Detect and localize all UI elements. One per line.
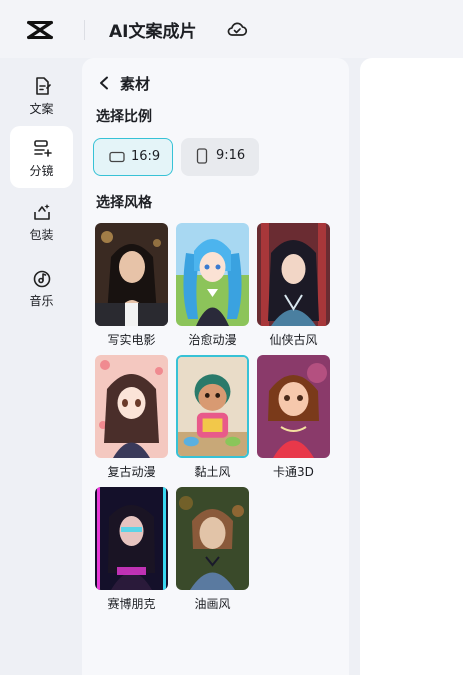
storyboard-icon xyxy=(34,140,52,157)
style-thumbnail xyxy=(95,487,168,590)
app-title: AI文案成片 xyxy=(109,22,197,42)
style-label: 写实电影 xyxy=(107,333,156,347)
realistic-film-thumbnail-icon xyxy=(95,223,168,326)
panel-title: 素材 xyxy=(120,75,151,93)
oil-painting-thumbnail-icon xyxy=(176,487,249,590)
cyberpunk-thumbnail-icon xyxy=(95,487,168,590)
style-thumbnail xyxy=(176,355,249,458)
nav-label-music: 音乐 xyxy=(29,294,54,308)
style-label: 赛博朋克 xyxy=(107,597,156,611)
portrait-ratio-icon xyxy=(196,148,208,164)
nav-label-packaging: 包装 xyxy=(29,228,54,242)
style-label: 卡通3D xyxy=(273,465,314,479)
ratio-section-title: 选择比例 xyxy=(96,109,152,125)
ratio-option-9-16[interactable]: 9:16 xyxy=(181,138,259,176)
nav-item-script[interactable]: 文案 xyxy=(10,64,73,126)
style-section-title: 选择风格 xyxy=(96,195,152,211)
landscape-ratio-icon xyxy=(109,151,125,163)
material-panel: 素材 选择比例 16:9 9:16 选择风格 写实电影 治愈动漫 仙侠古风 复古… xyxy=(82,58,349,675)
chevron-left-icon xyxy=(100,76,108,90)
nav-label-storyboard: 分镜 xyxy=(29,164,54,178)
left-nav: 文案 分镜 包装 音乐 xyxy=(0,58,82,675)
ratio-label-9-16: 9:16 xyxy=(216,148,246,163)
xianxia-ancient-thumbnail-icon xyxy=(257,223,330,326)
script-icon xyxy=(36,77,51,95)
capcut-logo-icon[interactable] xyxy=(26,19,54,41)
nav-item-packaging[interactable]: 包装 xyxy=(10,190,73,252)
healing-anime-thumbnail-icon xyxy=(176,223,249,326)
style-label: 黏土风 xyxy=(194,465,231,479)
style-label: 仙侠古风 xyxy=(269,333,318,347)
clay-thumbnail-icon xyxy=(178,357,247,456)
ratio-label-16-9: 16:9 xyxy=(131,149,161,164)
nav-item-storyboard[interactable]: 分镜 xyxy=(10,126,73,188)
cartoon-3d-thumbnail-icon xyxy=(257,355,330,458)
retro-anime-thumbnail-icon xyxy=(95,355,168,458)
style-thumbnail xyxy=(257,223,330,326)
style-thumbnail xyxy=(95,355,168,458)
ratio-option-16-9[interactable]: 16:9 xyxy=(93,138,173,176)
nav-item-music[interactable]: 音乐 xyxy=(10,256,73,318)
style-label: 油画风 xyxy=(194,597,231,611)
preview-canvas xyxy=(360,58,463,675)
music-icon xyxy=(33,270,51,288)
style-thumbnail xyxy=(176,223,249,326)
cloud-sync-icon[interactable] xyxy=(226,19,248,39)
logo-divider xyxy=(84,20,85,40)
packaging-icon xyxy=(34,204,50,220)
style-label: 复古动漫 xyxy=(107,465,156,479)
nav-label-script: 文案 xyxy=(29,102,54,116)
style-thumbnail xyxy=(257,355,330,458)
style-label: 治愈动漫 xyxy=(188,333,237,347)
top-bar: AI文案成片 xyxy=(0,0,463,58)
style-thumbnail xyxy=(95,223,168,326)
style-thumbnail xyxy=(176,487,249,590)
